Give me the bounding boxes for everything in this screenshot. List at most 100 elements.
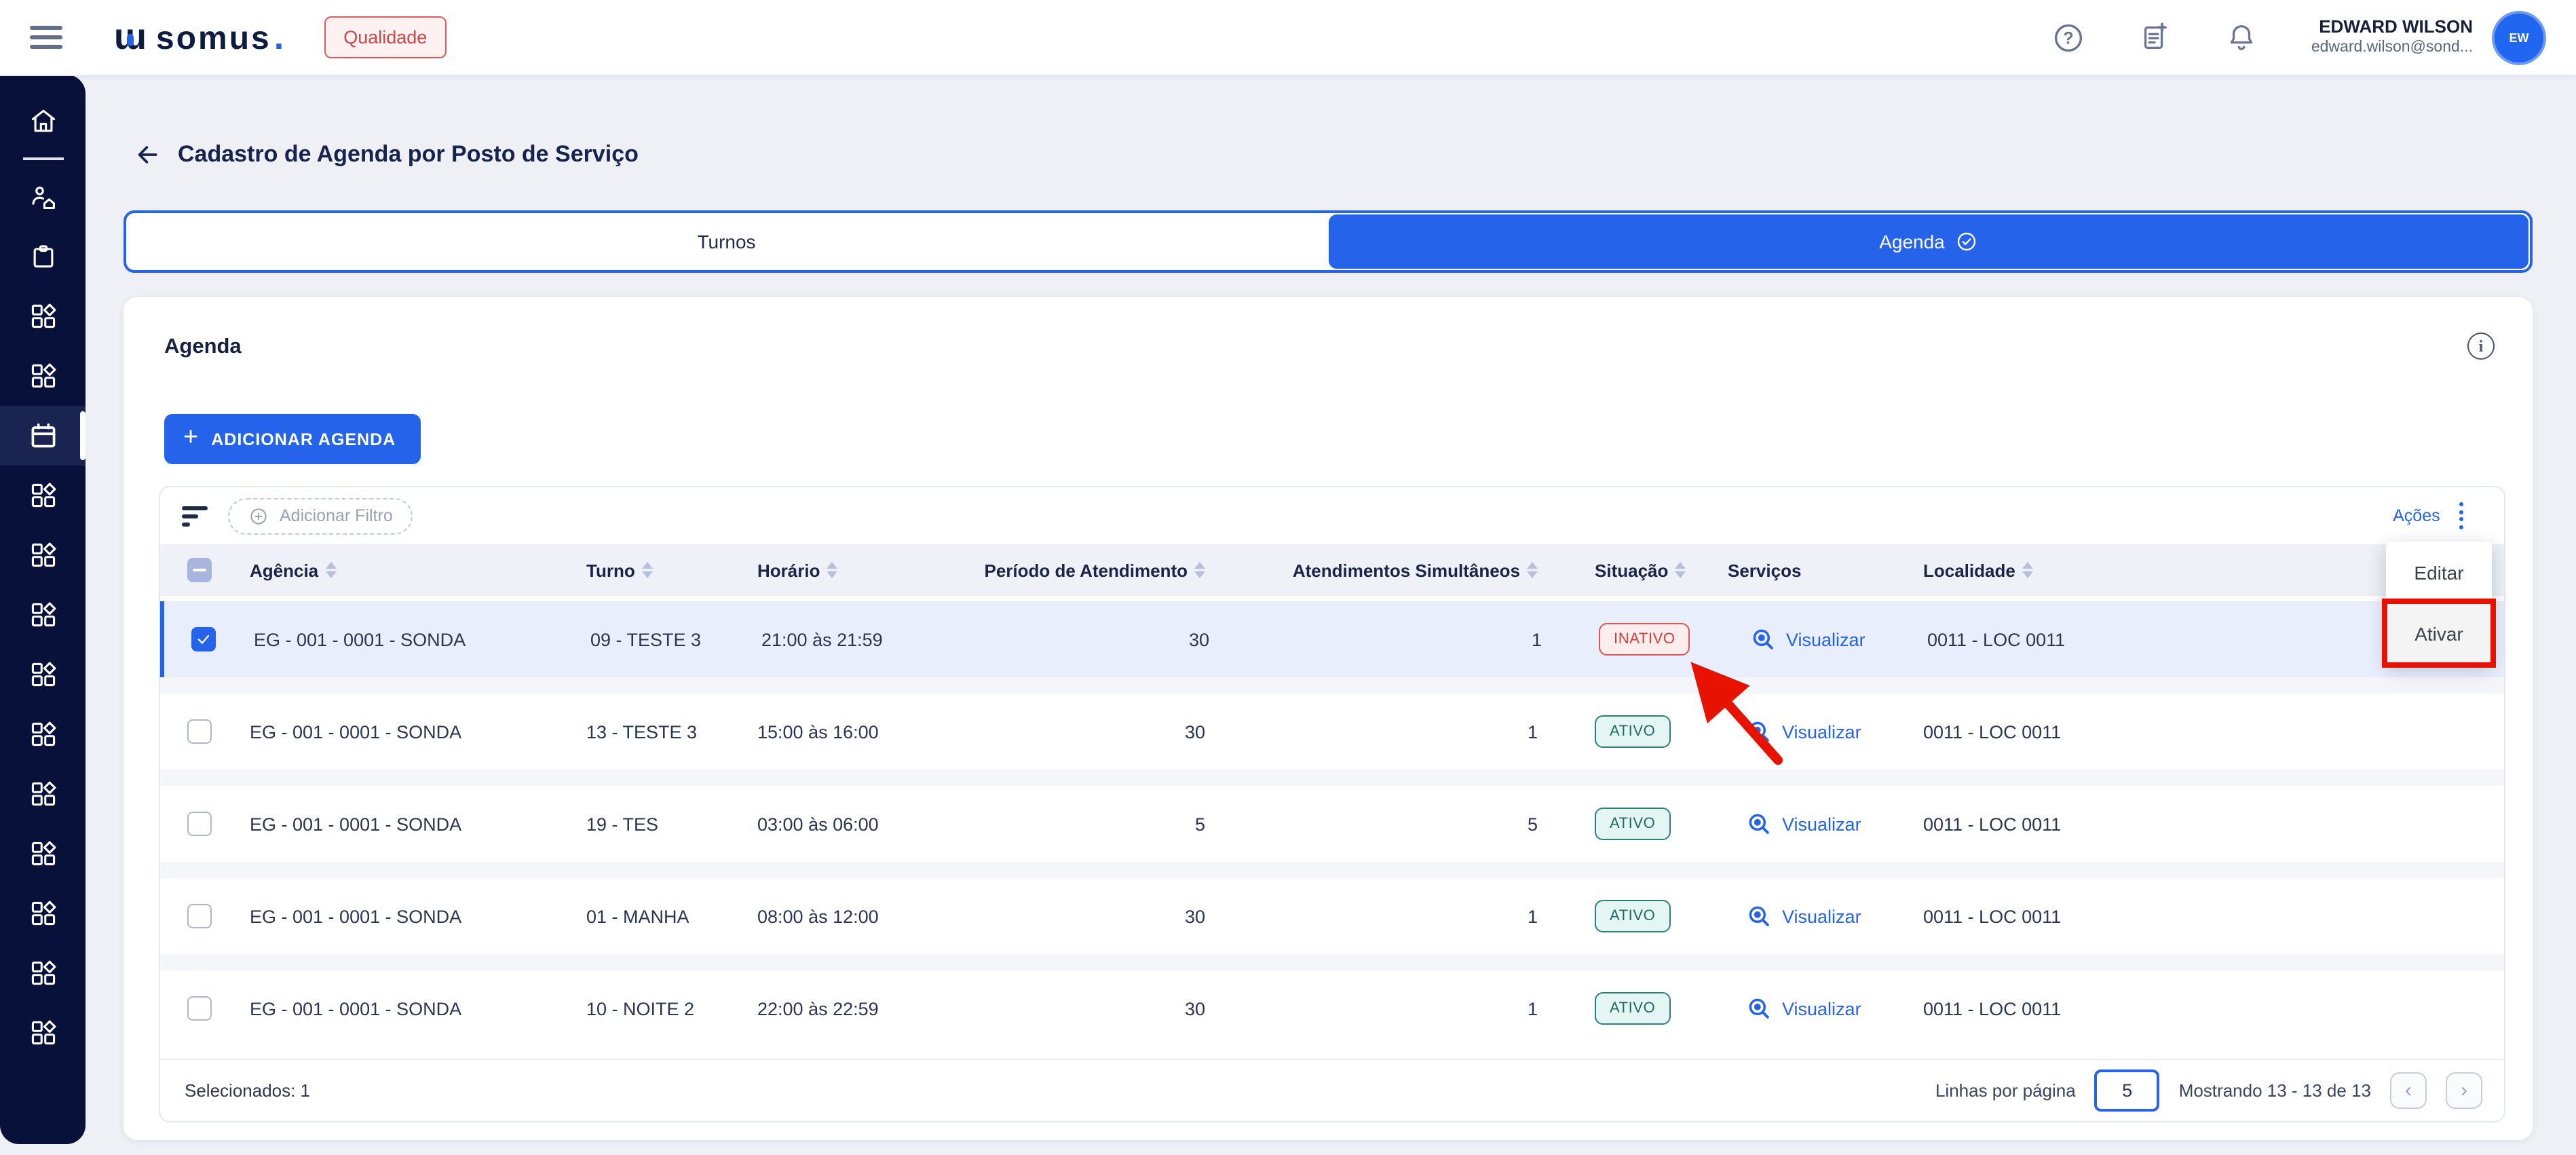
sort-icon bbox=[325, 562, 336, 578]
cell-periodo: 30 bbox=[1185, 906, 1216, 926]
table-row[interactable]: EG - 001 - 0001 - SONDA 09 - TESTE 3 21:… bbox=[160, 601, 2504, 677]
actions-dropdown-menu: Editar Ativar bbox=[2386, 542, 2492, 664]
svg-text:?: ? bbox=[2063, 28, 2073, 47]
add-agenda-label: ADICIONAR AGENDA bbox=[211, 430, 396, 449]
category-icon bbox=[28, 779, 58, 809]
form-add-icon[interactable] bbox=[2138, 20, 2173, 55]
category-icon bbox=[28, 540, 58, 570]
visualizar-link[interactable]: Visualizar bbox=[1751, 626, 1919, 652]
row-checkbox[interactable] bbox=[187, 812, 212, 836]
row-checkbox[interactable] bbox=[187, 719, 212, 744]
column-header-agencia[interactable]: Agência bbox=[239, 560, 565, 580]
sidebar-item-module-10[interactable] bbox=[0, 884, 86, 943]
magnifier-eye-icon bbox=[1751, 626, 1777, 652]
sidebar-item-home[interactable] bbox=[0, 91, 86, 151]
sort-icon bbox=[642, 562, 653, 578]
actions-menu-trigger[interactable]: Ações bbox=[2393, 499, 2466, 532]
cell-simultaneos: 1 bbox=[1528, 906, 1549, 926]
sidebar-item-module-4[interactable] bbox=[0, 525, 86, 585]
visualizar-label: Visualizar bbox=[1782, 721, 1861, 742]
help-icon[interactable]: ? bbox=[2051, 20, 2086, 55]
table-row[interactable]: EG - 001 - 0001 - SONDA 10 - NOITE 2 22:… bbox=[160, 970, 2504, 1046]
category-icon bbox=[28, 301, 58, 331]
plus-icon: + bbox=[183, 425, 199, 451]
sort-icon bbox=[1675, 562, 1686, 578]
actions-label: Ações bbox=[2393, 506, 2440, 525]
column-header-situacao[interactable]: Situação bbox=[1549, 560, 1711, 580]
chevron-left-icon: ‹ bbox=[2405, 1080, 2412, 1101]
page-title: Cadastro de Agenda por Posto de Serviço bbox=[178, 141, 639, 168]
cell-localidade: 0011 - LOC 0011 bbox=[1915, 814, 2504, 834]
avatar[interactable]: EW bbox=[2492, 10, 2546, 64]
select-all-checkbox[interactable] bbox=[187, 558, 212, 582]
sidebar bbox=[0, 75, 86, 1144]
menu-item-editar[interactable]: Editar bbox=[2386, 542, 2492, 603]
sidebar-item-module-12[interactable] bbox=[0, 1003, 86, 1063]
cell-turno: 10 - NOITE 2 bbox=[565, 998, 741, 1019]
app-root: ɯ somus . Qualidade ? EDWARD WILSON edwa… bbox=[0, 0, 2576, 1155]
menu-item-ativar[interactable]: Ativar bbox=[2386, 603, 2492, 664]
hamburger-menu-icon[interactable] bbox=[30, 26, 62, 49]
screenshot-viewport: ɯ somus . Qualidade ? EDWARD WILSON edwa… bbox=[0, 0, 2576, 1155]
brand-logo: ɯ somus . bbox=[114, 16, 284, 58]
cell-agencia: EG - 001 - 0001 - SONDA bbox=[239, 814, 565, 834]
visualizar-link[interactable]: Visualizar bbox=[1747, 811, 1915, 837]
add-filter-button[interactable]: Adicionar Filtro bbox=[228, 497, 413, 534]
tab-turnos[interactable]: Turnos bbox=[126, 213, 1327, 270]
row-checkbox[interactable] bbox=[187, 996, 212, 1021]
rows-per-page-input[interactable] bbox=[2095, 1069, 2160, 1112]
sidebar-item-module-3[interactable] bbox=[0, 466, 86, 525]
row-checkbox[interactable] bbox=[191, 627, 216, 651]
sort-icon bbox=[827, 562, 837, 578]
sidebar-item-agenda[interactable] bbox=[0, 406, 86, 466]
add-agenda-button[interactable]: + ADICIONAR AGENDA bbox=[164, 414, 420, 464]
previous-page-button[interactable]: ‹ bbox=[2390, 1072, 2427, 1109]
brand-mark-icon: ɯ bbox=[114, 19, 147, 56]
user-info[interactable]: EDWARD WILSON edward.wilson@sond... bbox=[2311, 16, 2473, 58]
cell-agencia: EG - 001 - 0001 - SONDA bbox=[243, 629, 569, 649]
check-circle-icon bbox=[1956, 231, 1977, 252]
next-page-button[interactable]: › bbox=[2446, 1072, 2482, 1109]
sidebar-item-clipboard[interactable] bbox=[0, 227, 86, 286]
status-badge: INATIVO bbox=[1599, 623, 1690, 656]
visualizar-link[interactable]: Visualizar bbox=[1747, 719, 1915, 744]
visualizar-link[interactable]: Visualizar bbox=[1747, 996, 1915, 1021]
rows-per-page-label: Linhas por página bbox=[1935, 1080, 2076, 1101]
row-checkbox[interactable] bbox=[187, 904, 212, 928]
sidebar-item-module-7[interactable] bbox=[0, 704, 86, 764]
sidebar-item-module-8[interactable] bbox=[0, 764, 86, 824]
sidebar-item-person-home[interactable] bbox=[0, 167, 86, 227]
table-row[interactable]: EG - 001 - 0001 - SONDA 19 - TES 03:00 à… bbox=[160, 786, 2504, 862]
filter-icon[interactable] bbox=[182, 505, 209, 527]
cell-localidade: 0011 - LOC 0011 bbox=[1915, 906, 2504, 926]
sidebar-item-module-11[interactable] bbox=[0, 943, 86, 1003]
tab-turnos-label: Turnos bbox=[697, 231, 755, 252]
column-header-turno[interactable]: Turno bbox=[565, 560, 741, 580]
cell-periodo: 30 bbox=[1189, 629, 1220, 649]
sidebar-item-module-9[interactable] bbox=[0, 824, 86, 884]
cell-horario: 08:00 às 12:00 bbox=[741, 906, 945, 926]
category-icon bbox=[28, 361, 58, 391]
tab-agenda[interactable]: Agenda bbox=[1328, 214, 2528, 269]
sidebar-item-module-6[interactable] bbox=[0, 645, 86, 704]
cell-horario: 03:00 às 06:00 bbox=[741, 814, 945, 834]
sidebar-item-module-1[interactable] bbox=[0, 286, 86, 346]
column-header-periodo[interactable]: Período de Atendimento bbox=[945, 560, 1216, 580]
table-row[interactable]: EG - 001 - 0001 - SONDA 01 - MANHA 08:00… bbox=[160, 878, 2504, 954]
column-header-horario[interactable]: Horário bbox=[741, 560, 945, 580]
bell-icon[interactable] bbox=[2224, 20, 2260, 55]
selected-count: Selecionados: 1 bbox=[160, 1080, 310, 1101]
column-header-simultaneos[interactable]: Atendimentos Simultâneos bbox=[1216, 560, 1549, 580]
magnifier-eye-icon bbox=[1747, 719, 1773, 744]
cell-simultaneos: 5 bbox=[1528, 814, 1549, 834]
back-arrow-icon[interactable] bbox=[134, 141, 162, 168]
sidebar-item-module-5[interactable] bbox=[0, 585, 86, 645]
table-row[interactable]: EG - 001 - 0001 - SONDA 13 - TESTE 3 15:… bbox=[160, 694, 2504, 770]
cell-agencia: EG - 001 - 0001 - SONDA bbox=[239, 998, 565, 1019]
visualizar-label: Visualizar bbox=[1782, 998, 1861, 1019]
cell-localidade: 0011 - LOC 0011 bbox=[1915, 721, 2504, 742]
visualizar-link[interactable]: Visualizar bbox=[1747, 903, 1915, 929]
sidebar-item-module-2[interactable] bbox=[0, 346, 86, 406]
home-icon bbox=[28, 106, 58, 136]
info-icon[interactable] bbox=[2467, 333, 2495, 360]
